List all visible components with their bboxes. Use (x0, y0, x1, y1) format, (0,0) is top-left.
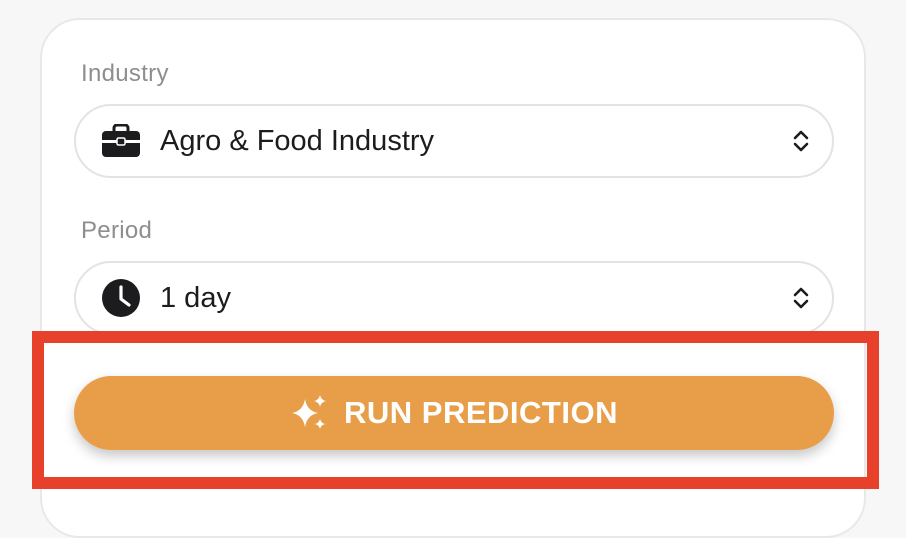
chevron-updown-icon (790, 127, 812, 155)
briefcase-icon (100, 120, 142, 162)
industry-select[interactable]: Agro & Food Industry (74, 104, 834, 178)
period-label: Period (81, 217, 153, 244)
clock-icon (100, 277, 142, 319)
chevron-updown-icon (790, 284, 812, 312)
run-prediction-button[interactable]: RUN PREDICTION (74, 376, 834, 450)
sparkles-icon (290, 393, 330, 433)
industry-label: Industry (81, 60, 169, 87)
industry-select-value: Agro & Food Industry (160, 124, 435, 157)
run-prediction-label: RUN PREDICTION (344, 395, 618, 430)
period-select[interactable]: 1 day (74, 261, 834, 335)
period-select-value: 1 day (160, 281, 231, 314)
